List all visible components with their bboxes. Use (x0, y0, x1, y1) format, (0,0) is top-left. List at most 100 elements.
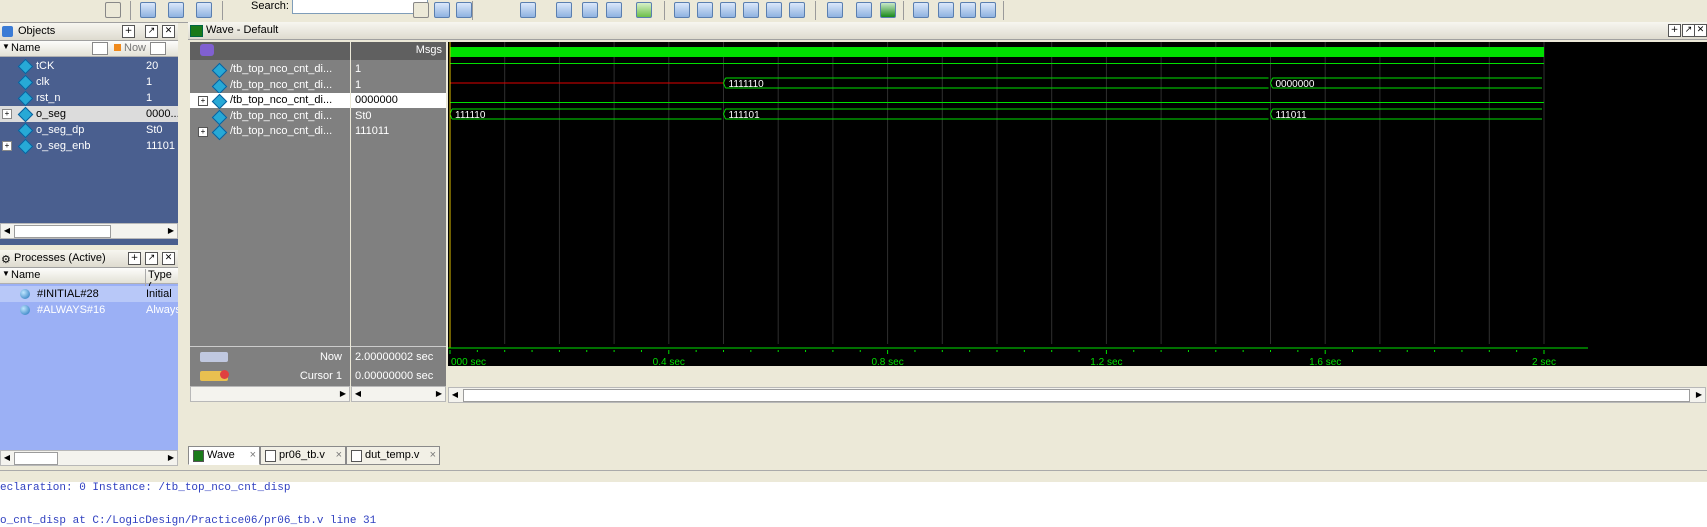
grid-icon[interactable] (913, 2, 929, 18)
tab-wave[interactable]: Wave × (188, 446, 260, 465)
close-icon[interactable]: ✕ (162, 252, 175, 265)
undock-icon[interactable]: ↗ (145, 252, 158, 265)
step-out-icon[interactable] (196, 2, 212, 18)
scroll-left-icon[interactable]: ◀ (449, 389, 461, 400)
wave-add-icon[interactable] (520, 2, 536, 18)
wave-title-bar[interactable]: Wave - Default + ↗ ✕ (188, 22, 1707, 40)
cursor-add-icon[interactable] (827, 2, 843, 18)
object-row[interactable]: + o_seg_enb 11101 (0, 138, 178, 155)
search-dropdown-icon[interactable] (413, 2, 429, 18)
scroll-right-icon[interactable]: ▶ (337, 388, 349, 399)
signal-row[interactable]: /tb_top_nco_cnt_di... (190, 62, 350, 79)
step-icon[interactable] (140, 2, 156, 18)
close-icon[interactable]: ✕ (1694, 24, 1707, 37)
now-tools-icon[interactable] (200, 352, 228, 362)
signal-row[interactable]: + /tb_top_nco_cnt_di... (190, 93, 350, 110)
toolbar-separator (815, 1, 816, 20)
signal-icon (17, 90, 34, 107)
object-name: o_seg (36, 108, 66, 120)
now-label: Now (319, 351, 342, 363)
close-icon[interactable]: ✕ (162, 25, 175, 38)
scroll-right-icon[interactable]: ▶ (1693, 389, 1705, 400)
expand-icon[interactable]: + (2, 141, 12, 151)
close-icon[interactable]: × (336, 449, 342, 461)
zoom-full-icon[interactable] (720, 2, 736, 18)
process-row[interactable]: #ALWAYS#16 Always (0, 302, 178, 318)
zoom-mode-icon[interactable] (789, 2, 805, 18)
filter-icon[interactable] (92, 42, 108, 55)
processes-title-bar[interactable]: ⚙ Processes (Active) + ↗ ✕ (0, 250, 178, 268)
tab-pr06-tb[interactable]: pr06_tb.v × (260, 446, 346, 465)
scroll-right-icon[interactable]: ▶ (165, 452, 177, 463)
msgs-pane: Msgs 1 1 0000000 St0 111011 2.00000002 sec 0… (351, 42, 446, 402)
zoom-in-icon[interactable] (674, 2, 690, 18)
object-name: o_seg_dp (36, 124, 85, 136)
find-options-icon[interactable] (456, 2, 472, 18)
wave-icon (190, 25, 203, 37)
close-icon[interactable]: × (250, 449, 256, 461)
scroll-left-icon[interactable]: ◀ (352, 388, 364, 399)
tab-dut-temp[interactable]: dut_temp.v × (346, 446, 440, 465)
close-icon[interactable]: × (430, 449, 436, 461)
zoom-range-icon[interactable] (766, 2, 782, 18)
transcript-pane[interactable]: eclaration: 0 Instance: /tb_top_nco_cnt_… (0, 482, 1707, 527)
object-row[interactable]: rst_n 1 (0, 90, 178, 107)
objects-title-bar[interactable]: Objects + ↗ ✕ (0, 23, 178, 41)
object-row[interactable]: tCK 20 (0, 58, 178, 75)
edge-next-icon[interactable] (960, 2, 976, 18)
scroll-thumb[interactable] (14, 225, 111, 238)
scroll-left-icon[interactable]: ◀ (1, 225, 13, 236)
scroll-left-icon[interactable]: ◀ (1, 452, 13, 463)
objects-col-now[interactable]: Now (124, 42, 146, 54)
process-row[interactable]: #INITIAL#28 Initial (0, 286, 178, 302)
wave-format-icon[interactable] (582, 2, 598, 18)
expand-icon[interactable]: + (198, 96, 208, 106)
cursor-delete-icon[interactable] (220, 370, 229, 379)
col-options-icon[interactable] (150, 42, 166, 55)
signal-row[interactable]: + /tb_top_nco_cnt_di... (190, 124, 350, 141)
object-row[interactable]: + o_seg 0000... (0, 106, 178, 123)
wave-canvas[interactable]: 1111110 0000000 111110 111101 111011 000 sec 0… (448, 42, 1588, 366)
processes-hscrollbar[interactable]: ◀ ▶ (0, 450, 178, 466)
expand-icon[interactable]: + (198, 127, 208, 137)
zoom-cursor-icon[interactable] (743, 2, 759, 18)
scroll-thumb[interactable] (14, 452, 58, 465)
signal-row[interactable]: /tb_top_nco_cnt_di... (190, 109, 350, 125)
object-row[interactable]: clk 1 (0, 74, 178, 91)
cursor-delete-icon[interactable] (856, 2, 872, 18)
dropdown-arrow-icon[interactable] (105, 2, 121, 18)
cursor-lock-icon[interactable] (880, 2, 896, 18)
sort-down-icon[interactable]: ▼ (2, 269, 10, 278)
dock-icon[interactable]: + (122, 25, 135, 38)
wave-hscrollbar[interactable]: ◀ ▶ (448, 387, 1706, 403)
dock-icon[interactable]: + (1668, 24, 1681, 37)
wave-group-icon[interactable] (606, 2, 622, 18)
object-name: o_seg_enb (36, 140, 91, 152)
object-row[interactable]: o_seg_dp St0 (0, 122, 178, 139)
dock-icon[interactable]: + (128, 252, 141, 265)
wave-edit-icon[interactable] (556, 2, 572, 18)
objects-hscrollbar[interactable]: ◀ ▶ (0, 223, 178, 239)
now-marker-icon (114, 44, 121, 51)
wave-options-icon[interactable] (200, 44, 214, 56)
undock-icon[interactable]: ↗ (145, 25, 158, 38)
objects-col-name[interactable]: Name (11, 42, 40, 54)
zoom-out-icon[interactable] (697, 2, 713, 18)
scroll-right-icon[interactable]: ▶ (433, 388, 445, 399)
step-over-icon[interactable] (168, 2, 184, 18)
processes-col-name[interactable]: Name (11, 269, 40, 281)
scroll-thumb[interactable] (463, 389, 1690, 402)
expand-icon[interactable]: + (2, 109, 12, 119)
search-input[interactable] (292, 0, 428, 14)
edge-mode-icon[interactable] (980, 2, 996, 18)
signal-row[interactable]: /tb_top_nco_cnt_di... (190, 78, 350, 94)
sort-down-icon[interactable]: ▼ (2, 42, 10, 51)
msgs-hscrollbar[interactable]: ◀ ▶ (351, 386, 446, 402)
edge-prev-icon[interactable] (938, 2, 954, 18)
find-icon[interactable] (434, 2, 450, 18)
signal-msg: 1 (351, 78, 446, 93)
scroll-right-icon[interactable]: ▶ (165, 225, 177, 236)
transcript-splitter[interactable] (0, 470, 1707, 481)
names-hscrollbar[interactable]: ▶ (190, 386, 350, 402)
run-icon[interactable] (636, 2, 652, 18)
